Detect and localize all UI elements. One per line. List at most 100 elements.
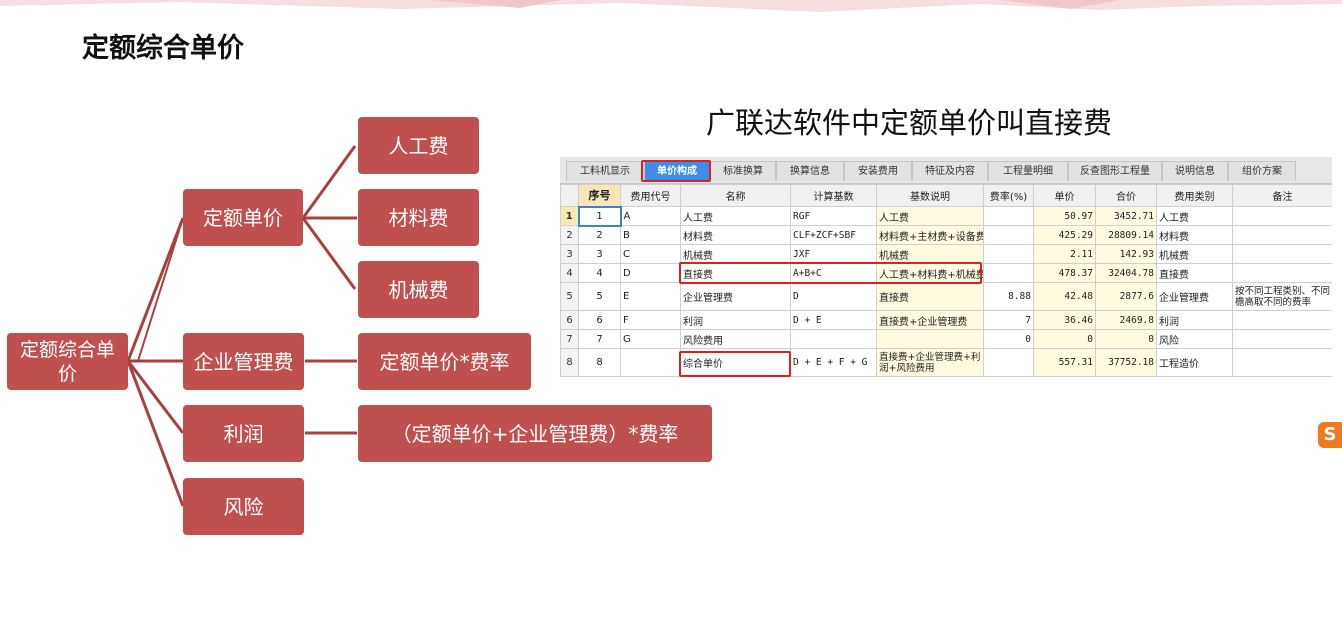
cell-rate[interactable] <box>983 244 1034 264</box>
cell-code[interactable]: F <box>620 310 681 330</box>
cell-total[interactable]: 28809.14 <box>1095 225 1157 245</box>
col-header-code[interactable]: 费用代号 <box>620 184 681 207</box>
cell-rate[interactable] <box>983 225 1034 245</box>
cell-code[interactable] <box>620 348 681 377</box>
row-number[interactable]: 1 <box>560 206 579 226</box>
col-header-unit-price[interactable]: 单价 <box>1033 184 1096 207</box>
col-header-rate[interactable]: 费率(%) <box>983 184 1034 207</box>
row-number[interactable]: 2 <box>560 225 579 245</box>
cell-name[interactable]: 利润 <box>680 310 791 330</box>
cell-total[interactable]: 2469.8 <box>1095 310 1157 330</box>
sogou-ime-icon[interactable]: S <box>1318 422 1342 448</box>
cell-note[interactable] <box>1232 225 1332 245</box>
cell-seq[interactable]: 7 <box>578 329 621 349</box>
tab-reverse-graphic-quantity[interactable]: 反查图形工程量 <box>1068 161 1162 181</box>
tab-description[interactable]: 说明信息 <box>1162 161 1228 181</box>
cell-unit-price[interactable]: 0 <box>1033 329 1096 349</box>
cell-seq[interactable]: 3 <box>578 244 621 264</box>
cell-fee-type[interactable]: 直接费 <box>1156 263 1233 283</box>
col-header-note[interactable]: 备注 <box>1232 184 1332 207</box>
table-row[interactable]: 5 5 E 企业管理费 D 直接费 8.88 42.48 2877.6 企业管理… <box>560 282 1332 311</box>
cell-base[interactable]: JXF <box>790 244 877 264</box>
cell-rate[interactable] <box>983 348 1034 377</box>
cell-note[interactable] <box>1232 310 1332 330</box>
cell-unit-price[interactable]: 478.37 <box>1033 263 1096 283</box>
cell-name[interactable]: 机械费 <box>680 244 791 264</box>
tab-pricing-plan[interactable]: 组价方案 <box>1228 161 1296 181</box>
col-header-name[interactable]: 名称 <box>680 184 791 207</box>
cell-fee-type[interactable]: 风险 <box>1156 329 1233 349</box>
cell-total[interactable]: 0 <box>1095 329 1157 349</box>
cell-seq[interactable]: 1 <box>577 205 622 227</box>
table-row[interactable]: 7 7 G 风险费用 0 0 0 风险 <box>560 329 1332 349</box>
cell-seq[interactable]: 6 <box>578 310 621 330</box>
tab-quantity-detail[interactable]: 工程量明细 <box>988 161 1068 181</box>
col-header-fee-type[interactable]: 费用类别 <box>1156 184 1233 207</box>
cell-total[interactable]: 142.93 <box>1095 244 1157 264</box>
tab-conversion-info[interactable]: 换算信息 <box>776 161 844 181</box>
cell-name[interactable]: 人工费 <box>680 206 791 226</box>
cell-seq[interactable]: 5 <box>578 282 621 311</box>
table-row[interactable]: 3 3 C 机械费 JXF 机械费 2.11 142.93 机械费 <box>560 244 1332 264</box>
row-number[interactable]: 3 <box>560 244 579 264</box>
cell-fee-type[interactable]: 人工费 <box>1156 206 1233 226</box>
cell-fee-type[interactable]: 材料费 <box>1156 225 1233 245</box>
cell-note[interactable] <box>1232 348 1332 377</box>
cell-total[interactable]: 2877.6 <box>1095 282 1157 311</box>
cell-name[interactable]: 风险费用 <box>680 329 791 349</box>
cell-unit-price[interactable]: 50.97 <box>1033 206 1096 226</box>
cell-rate[interactable] <box>983 263 1034 283</box>
cell-name[interactable]: 材料费 <box>680 225 791 245</box>
col-header-seq[interactable]: 序号 <box>578 184 621 207</box>
col-header-total[interactable]: 合价 <box>1095 184 1157 207</box>
cell-fee-type[interactable]: 工程造价 <box>1156 348 1233 377</box>
cell-code[interactable]: B <box>620 225 681 245</box>
tab-installation-fee[interactable]: 安装费用 <box>844 161 912 181</box>
cell-code[interactable]: G <box>620 329 681 349</box>
cell-base[interactable]: D + E + F + G <box>790 348 877 377</box>
cell-rate[interactable]: 0 <box>983 329 1034 349</box>
cell-note[interactable]: 按不同工程类别、不同檐高取不同的费率 <box>1232 282 1332 311</box>
cell-fee-type[interactable]: 企业管理费 <box>1156 282 1233 311</box>
row-number[interactable]: 5 <box>560 282 579 311</box>
cell-base-desc[interactable]: 人工费 <box>876 206 984 226</box>
cell-rate[interactable] <box>983 206 1034 226</box>
cell-base[interactable] <box>790 329 877 349</box>
cell-total[interactable]: 3452.71 <box>1095 206 1157 226</box>
cell-base-desc[interactable]: 直接费+企业管理费 <box>876 310 984 330</box>
cell-unit-price[interactable]: 557.31 <box>1033 348 1096 377</box>
cell-code[interactable]: E <box>620 282 681 311</box>
table-row[interactable]: 2 2 B 材料费 CLF+ZCF+SBF 材料费+主材费+设备费 425.29… <box>560 225 1332 245</box>
cell-base[interactable]: D + E <box>790 310 877 330</box>
cell-unit-price[interactable]: 36.46 <box>1033 310 1096 330</box>
tab-labor-material-machine[interactable]: 工料机显示 <box>566 161 644 181</box>
cell-seq[interactable]: 2 <box>578 225 621 245</box>
row-number[interactable]: 6 <box>560 310 579 330</box>
cell-note[interactable] <box>1232 206 1332 226</box>
tab-features-content[interactable]: 特征及内容 <box>912 161 988 181</box>
cell-note[interactable] <box>1232 329 1332 349</box>
cell-base-desc[interactable]: 直接费+企业管理费+利润+风险费用 <box>876 348 984 377</box>
cell-rate[interactable]: 8.88 <box>983 282 1034 311</box>
row-number[interactable]: 4 <box>560 263 579 283</box>
row-number[interactable]: 8 <box>560 348 579 377</box>
cell-total[interactable]: 37752.18 <box>1095 348 1157 377</box>
table-row[interactable]: 1 1 A 人工费 RGF 人工费 50.97 3452.71 人工费 <box>560 205 1332 227</box>
tab-standard-conversion[interactable]: 标准换算 <box>710 161 776 181</box>
cell-fee-type[interactable]: 机械费 <box>1156 244 1233 264</box>
cell-base-desc[interactable]: 机械费 <box>876 244 984 264</box>
cell-code[interactable]: C <box>620 244 681 264</box>
cell-note[interactable] <box>1232 244 1332 264</box>
table-row[interactable]: 8 8 综合单价 D + E + F + G 直接费+企业管理费+利润+风险费用… <box>560 348 1332 377</box>
cell-base-desc[interactable] <box>876 329 984 349</box>
cell-code[interactable]: A <box>620 206 681 226</box>
cell-note[interactable] <box>1232 263 1332 283</box>
cell-base[interactable]: RGF <box>790 206 877 226</box>
row-number[interactable]: 7 <box>560 329 579 349</box>
cell-rate[interactable]: 7 <box>983 310 1034 330</box>
cell-seq[interactable]: 8 <box>578 348 621 377</box>
cell-unit-price[interactable]: 2.11 <box>1033 244 1096 264</box>
cell-name[interactable]: 企业管理费 <box>680 282 791 311</box>
cell-unit-price[interactable]: 42.48 <box>1033 282 1096 311</box>
cell-code[interactable]: D <box>620 263 681 283</box>
